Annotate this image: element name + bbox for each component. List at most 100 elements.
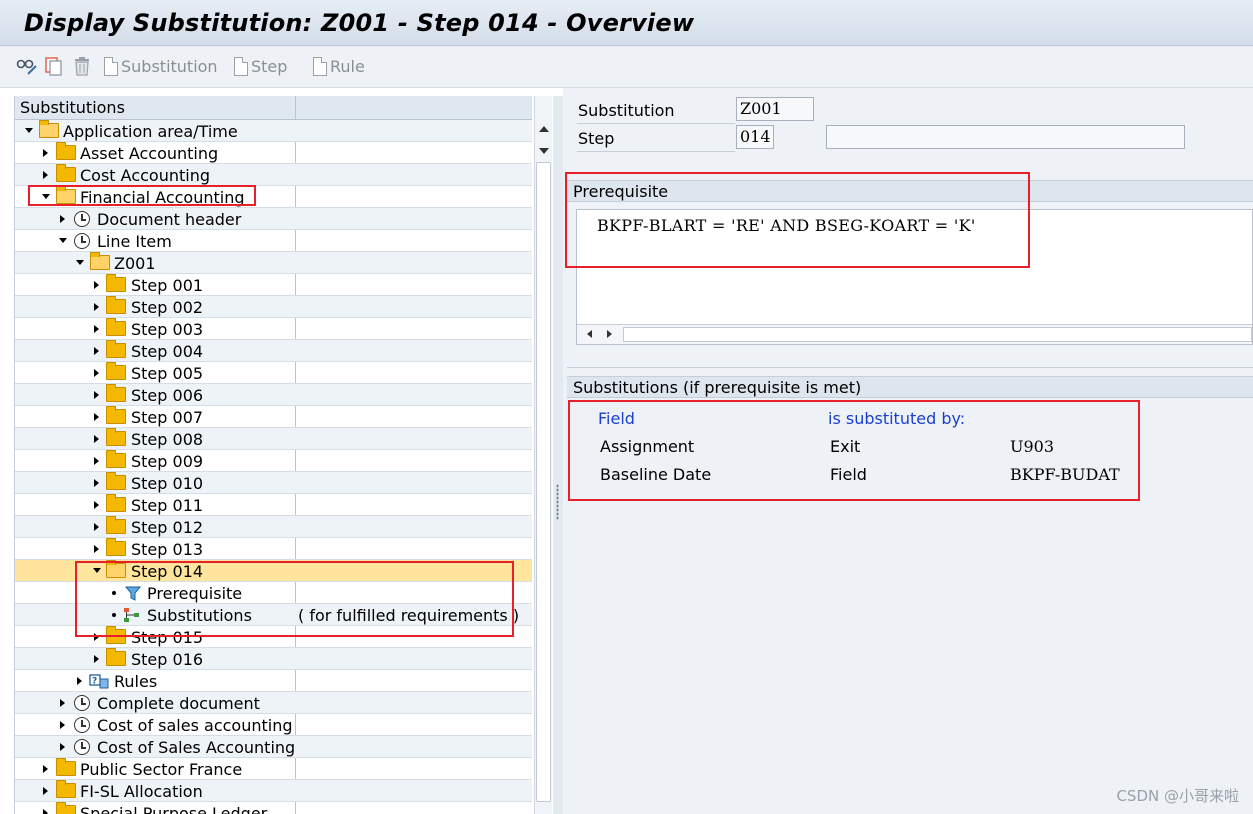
tree-node-fi-sl-allocation[interactable]: FI-SL Allocation — [15, 780, 532, 802]
hscroll-track[interactable] — [623, 327, 1252, 342]
scroll-right-icon[interactable] — [607, 330, 612, 338]
tree-node-cost-of-sales-new[interactable]: Cost of Sales Accounting (N — [15, 736, 532, 758]
trash-icon[interactable] — [72, 54, 92, 78]
expand-arrow-icon[interactable] — [94, 391, 99, 399]
folder-icon — [106, 450, 126, 468]
folder-icon — [106, 318, 126, 336]
pane-splitter[interactable] — [553, 96, 563, 814]
create-step-button[interactable]: Step — [234, 54, 287, 78]
tree-node-step[interactable]: Step 009 — [15, 450, 532, 472]
tree-node-step[interactable]: Step 013 — [15, 538, 532, 560]
tree-header: Substitutions — [15, 96, 532, 120]
tree-node-asset-accounting[interactable]: Asset Accounting — [15, 142, 532, 164]
tree-scrollbar[interactable] — [534, 96, 552, 814]
substitution-field[interactable]: Z001 — [736, 97, 814, 121]
create-rule-button[interactable]: Rule — [313, 54, 365, 78]
step-label: Step — [578, 129, 615, 148]
expand-arrow-icon[interactable] — [43, 787, 48, 795]
folder-icon — [106, 648, 126, 666]
tree-node-step[interactable]: Step 012 — [15, 516, 532, 538]
tree-node-line-item[interactable]: Line Item — [15, 230, 532, 252]
tree-node-cost-of-sales[interactable]: Cost of sales accounting — [15, 714, 532, 736]
folder-icon — [56, 758, 76, 776]
expand-arrow-icon[interactable] — [60, 215, 65, 223]
title-bar: Display Substitution: Z001 - Step 014 - … — [0, 0, 1253, 46]
copy-icon[interactable] — [44, 54, 64, 78]
expand-arrow-icon[interactable] — [60, 743, 65, 751]
expand-arrow-icon[interactable] — [94, 501, 99, 509]
collapse-arrow-icon[interactable] — [76, 260, 84, 265]
tree-node-step[interactable]: Step 005 — [15, 362, 532, 384]
expand-arrow-icon[interactable] — [60, 699, 65, 707]
expand-arrow-icon[interactable] — [43, 809, 48, 814]
tree-node-document-header[interactable]: Document header — [15, 208, 532, 230]
highlight-financial-accounting — [28, 185, 256, 206]
folder-icon — [106, 428, 126, 446]
tree-node-step[interactable]: Step 002 — [15, 296, 532, 318]
folder-icon — [106, 340, 126, 358]
tree-node-step[interactable]: Step 007 — [15, 406, 532, 428]
clock-icon — [74, 695, 90, 711]
tree-column-header: Substitutions — [20, 98, 125, 117]
tree-node-special-purpose-ledger[interactable]: Special Purpose Ledger — [15, 802, 532, 814]
expand-arrow-icon[interactable] — [94, 369, 99, 377]
clock-icon — [74, 717, 90, 733]
folder-icon — [106, 472, 126, 490]
substitution-label: Substitution — [578, 101, 675, 120]
expand-arrow-icon[interactable] — [94, 325, 99, 333]
tree-node-step[interactable]: Step 011 — [15, 494, 532, 516]
tree-node-application-area[interactable]: Application area/Time — [15, 120, 532, 142]
expand-arrow-icon[interactable] — [94, 435, 99, 443]
scrollbar-thumb[interactable] — [536, 162, 551, 802]
highlight-step-014 — [75, 561, 514, 637]
folder-open-icon — [90, 252, 110, 270]
expand-arrow-icon[interactable] — [94, 303, 99, 311]
expand-arrow-icon[interactable] — [43, 149, 48, 157]
expand-arrow-icon[interactable] — [77, 677, 82, 685]
folder-icon — [106, 538, 126, 556]
expand-arrow-icon[interactable] — [94, 281, 99, 289]
collapse-arrow-icon[interactable] — [25, 128, 33, 133]
tree-node-complete-document[interactable]: Complete document — [15, 692, 532, 714]
folder-icon — [106, 384, 126, 402]
substitutions-header: Substitutions (if prerequisite is met) — [567, 376, 1253, 398]
tree-node-rules[interactable]: ? Rules — [15, 670, 532, 692]
document-icon — [104, 56, 118, 76]
expand-arrow-icon[interactable] — [94, 655, 99, 663]
tree-node-step[interactable]: Step 008 — [15, 428, 532, 450]
tree-node-step[interactable]: Step 004 — [15, 340, 532, 362]
expand-arrow-icon[interactable] — [94, 457, 99, 465]
expand-arrow-icon[interactable] — [60, 721, 65, 729]
tree-node-step[interactable]: Step 016 — [15, 648, 532, 670]
svg-text:?: ? — [92, 677, 97, 687]
tree-node-cost-accounting[interactable]: Cost Accounting — [15, 164, 532, 186]
tree-node-step[interactable]: Step 001 — [15, 274, 532, 296]
step-field[interactable]: 014 — [736, 125, 774, 149]
editor-hscrollbar[interactable] — [577, 324, 1252, 344]
tree-node-step[interactable]: Step 003 — [15, 318, 532, 340]
splitter-grip-icon[interactable] — [556, 484, 559, 520]
tree-node-public-sector-france[interactable]: Public Sector France — [15, 758, 532, 780]
tree-node-step[interactable]: Step 010 — [15, 472, 532, 494]
tree-node-step[interactable]: Step 006 — [15, 384, 532, 406]
scroll-left-icon[interactable] — [587, 330, 592, 338]
folder-icon — [56, 142, 76, 160]
folder-icon — [56, 802, 76, 814]
expand-arrow-icon[interactable] — [43, 765, 48, 773]
folder-icon — [106, 516, 126, 534]
scroll-down-icon[interactable] — [539, 148, 549, 154]
expand-arrow-icon[interactable] — [43, 171, 48, 179]
expand-arrow-icon[interactable] — [94, 545, 99, 553]
expand-arrow-icon[interactable] — [94, 347, 99, 355]
scroll-up-icon[interactable] — [539, 126, 549, 132]
create-substitution-button[interactable]: Substitution — [104, 54, 218, 78]
tree-node-z001[interactable]: Z001 — [15, 252, 532, 274]
glasses-pencil-icon[interactable] — [16, 54, 38, 78]
folder-open-icon — [39, 120, 59, 138]
step-description-field[interactable] — [826, 125, 1185, 149]
expand-arrow-icon[interactable] — [94, 413, 99, 421]
expand-arrow-icon[interactable] — [94, 479, 99, 487]
collapse-arrow-icon[interactable] — [59, 238, 67, 243]
expand-arrow-icon[interactable] — [94, 523, 99, 531]
folder-icon — [56, 164, 76, 182]
